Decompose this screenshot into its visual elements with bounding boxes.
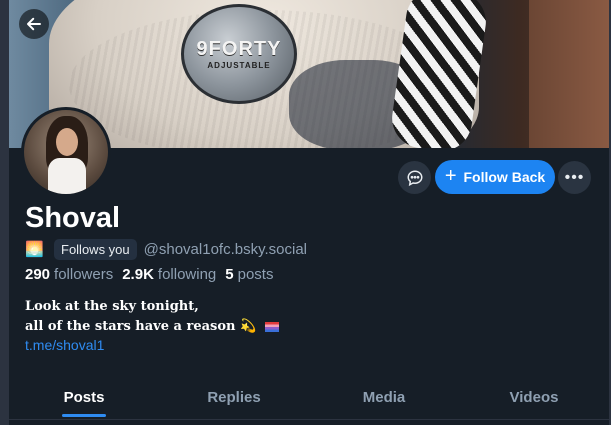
profile-tabs: Posts Replies Media Videos — [9, 375, 609, 419]
tab-videos[interactable]: Videos — [459, 375, 609, 419]
bio-line-1: Look at the sky tonight, — [25, 299, 199, 314]
tab-replies[interactable]: Replies — [159, 375, 309, 419]
followers-count[interactable]: 290 — [25, 266, 50, 283]
profile-meta-row: 🌅 Follows you @shoval1ofc.bsky.social — [25, 238, 307, 260]
profile-handle: @shoval1ofc.bsky.social — [143, 240, 307, 258]
tab-posts[interactable]: Posts — [9, 375, 159, 419]
posts-count: 5 — [225, 266, 234, 283]
profile-bio: Look at the sky tonight, all of the star… — [25, 297, 279, 337]
posts-label: posts — [237, 266, 274, 283]
follow-back-label: Follow Back — [463, 169, 546, 185]
page-left-edge — [0, 0, 9, 425]
profile-stats: 290 followers 2.9K following 5 posts — [25, 266, 282, 283]
bio-line-2: all of the stars have a reason 💫 — [25, 317, 279, 337]
sunrise-icon: 🌅 — [25, 241, 44, 258]
banner-cap-patch: 9FORTY ADJUSTABLE — [181, 4, 297, 104]
follows-you-badge: Follows you — [54, 238, 137, 260]
profile-link[interactable]: t.me/shoval1 — [25, 337, 104, 353]
back-button[interactable] — [19, 9, 49, 39]
arrow-left-icon — [27, 17, 41, 31]
tabs-divider — [9, 419, 609, 420]
follow-back-button[interactable]: + Follow Back — [435, 160, 555, 194]
plus-icon: + — [444, 165, 457, 187]
display-name: Shoval — [25, 202, 121, 234]
ellipsis-icon: ••• — [564, 168, 585, 186]
avatar[interactable] — [21, 107, 111, 197]
dizzy-icon: 💫 — [240, 319, 257, 334]
following-label[interactable]: following — [158, 266, 216, 283]
chat-bubble-icon — [406, 169, 423, 186]
following-count[interactable]: 2.9K — [122, 266, 154, 283]
flag-icon — [264, 321, 279, 332]
message-button[interactable] — [398, 161, 431, 194]
followers-label[interactable]: followers — [54, 266, 113, 283]
more-options-button[interactable]: ••• — [558, 161, 591, 194]
tab-media[interactable]: Media — [309, 375, 459, 419]
